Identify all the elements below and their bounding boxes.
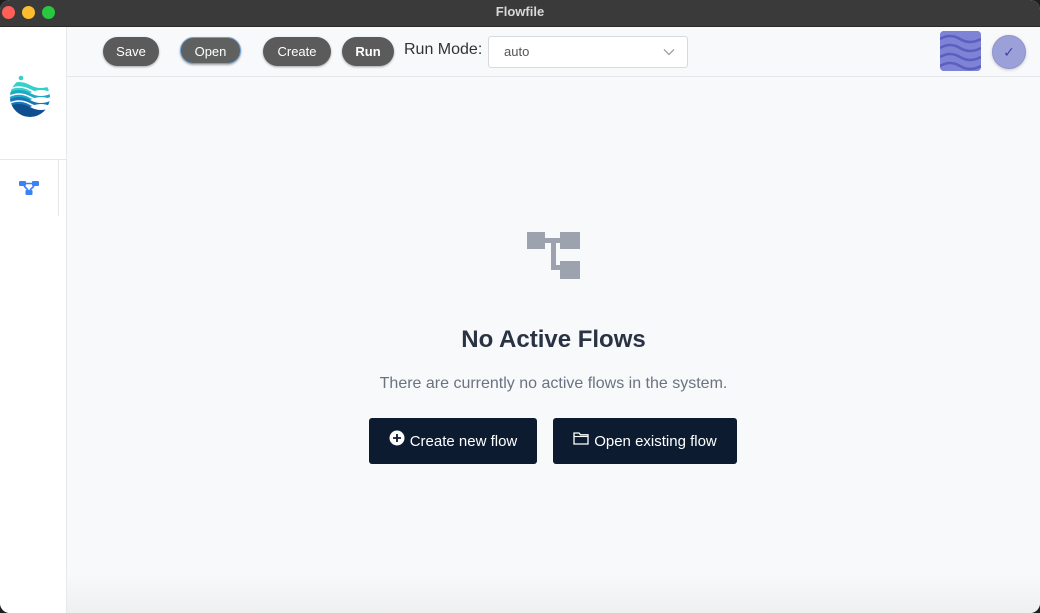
save-button[interactable]: Save xyxy=(103,37,159,66)
sidebar-item-flows[interactable] xyxy=(0,160,59,216)
run-mode-select[interactable]: auto xyxy=(488,36,688,68)
run-mode-label: Run Mode: xyxy=(404,41,483,58)
open-existing-flow-button[interactable]: Open existing flow xyxy=(553,418,737,464)
open-existing-flow-label: Open existing flow xyxy=(594,432,717,450)
window-title: Flowfile xyxy=(495,4,545,19)
sidebar xyxy=(0,27,67,613)
run-mode-value: auto xyxy=(504,44,530,59)
title-bar: Flowfile xyxy=(0,0,1040,27)
create-button[interactable]: Create xyxy=(263,37,331,66)
flow-icon xyxy=(19,181,39,195)
waves-icon xyxy=(940,31,981,71)
flowfile-logo xyxy=(10,75,50,117)
open-button[interactable]: Open xyxy=(180,37,241,64)
empty-state-description: There are currently no active flows in t… xyxy=(379,375,728,392)
chevron-down-icon xyxy=(663,49,675,56)
run-button[interactable]: Run xyxy=(342,37,394,66)
empty-state-title: No Active Flows xyxy=(461,326,646,353)
plus-circle-icon xyxy=(389,430,405,446)
workspace-avatar[interactable] xyxy=(940,31,981,71)
toolbar: Save Open Create Run Run Mode: auto ✓ xyxy=(67,27,1040,77)
main-content: No Active Flows There are currently no a… xyxy=(67,77,1040,613)
folder-icon xyxy=(573,432,589,445)
sitemap-icon xyxy=(527,232,580,279)
bottom-shade xyxy=(67,573,1040,613)
user-status-avatar[interactable]: ✓ xyxy=(992,35,1026,69)
create-new-flow-label: Create new flow xyxy=(409,432,518,450)
app-window: Flowfile Save Open Create Run Run Mode: … xyxy=(0,0,1040,613)
create-new-flow-button[interactable]: Create new flow xyxy=(369,418,537,464)
